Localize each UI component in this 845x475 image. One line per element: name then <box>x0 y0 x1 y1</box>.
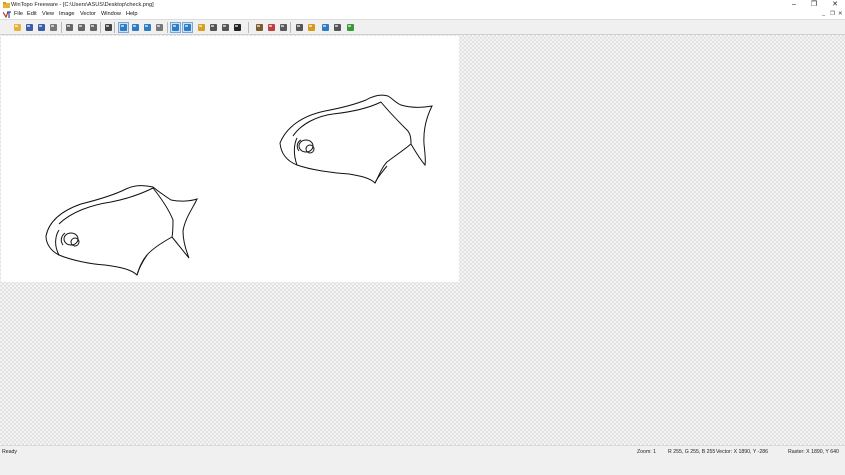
one-touch-vectorise-button[interactable] <box>345 22 356 33</box>
zoom-in-button[interactable] <box>130 22 141 33</box>
crop-button[interactable] <box>232 22 243 33</box>
pencil-button[interactable] <box>196 22 207 33</box>
copy-icon <box>78 24 85 31</box>
title-bar: WinTopo Freeware - [C:\Users\ASUS\Deskto… <box>0 0 845 10</box>
image-tool-3-button[interactable] <box>278 22 289 33</box>
menu-file[interactable]: File <box>14 10 23 19</box>
status-rgb: R 255, G 255, B 255 <box>668 449 716 455</box>
toolbar-separator <box>290 22 291 33</box>
pan-button[interactable] <box>154 22 165 33</box>
thinning-button[interactable] <box>294 22 305 33</box>
image-tool-2-icon <box>268 24 275 31</box>
select-vector-button[interactable] <box>182 22 193 33</box>
edit-vector-button[interactable] <box>220 22 231 33</box>
edit-vector-icon <box>222 24 229 31</box>
zoom-button[interactable] <box>118 22 129 33</box>
toolbar-separator <box>114 22 115 33</box>
menu-help[interactable]: Help <box>126 10 138 19</box>
zoom-out-icon <box>144 24 151 31</box>
open-icon <box>14 24 21 31</box>
undo-icon <box>105 24 112 31</box>
status-raster-coords: Raster: X 1890, Y 640 <box>788 449 839 455</box>
doc-minimize-button[interactable]: _ <box>822 10 825 19</box>
zoom-in-icon <box>132 24 139 31</box>
vectorize-icon <box>322 24 329 31</box>
toolbar-separator <box>61 22 62 33</box>
vectorize-button[interactable] <box>320 22 331 33</box>
save-vector-button[interactable] <box>36 22 47 33</box>
window-title: WinTopo Freeware - [C:\Users\ASUS\Deskto… <box>11 2 154 8</box>
image-tool-2-button[interactable] <box>266 22 277 33</box>
close-button[interactable]: ✕ <box>825 0 845 10</box>
status-vector-coords: Vector: X 1890, Y -286 <box>716 449 769 455</box>
doc-close-button[interactable]: ✕ <box>838 10 843 19</box>
save-icon <box>26 24 33 31</box>
zoom-out-button[interactable] <box>142 22 153 33</box>
print-icon <box>50 24 57 31</box>
app-folder-icon <box>3 2 10 8</box>
fish-outline <box>279 94 433 184</box>
draw-button[interactable] <box>208 22 219 33</box>
paste-button[interactable] <box>88 22 99 33</box>
toolbar-separator <box>248 22 249 33</box>
image-tool-1-icon <box>256 24 263 31</box>
image-tool-3-icon <box>280 24 287 31</box>
status-zoom: Zoom: 1 <box>637 449 657 455</box>
one-touch-vectorise-icon <box>347 24 354 31</box>
copy-button[interactable] <box>76 22 87 33</box>
thin-color-button[interactable] <box>306 22 317 33</box>
cut-icon <box>66 24 73 31</box>
print-button[interactable] <box>48 22 59 33</box>
thinning-icon <box>296 24 303 31</box>
zoom-icon <box>120 24 127 31</box>
menu-image[interactable]: Image <box>59 10 75 19</box>
select-raster-icon <box>172 24 179 31</box>
vector-tool-button[interactable] <box>332 22 343 33</box>
status-bar: Ready Zoom: 1 R 255, G 255, B 255 Vector… <box>0 445 845 475</box>
draw-icon <box>210 24 217 31</box>
menu-edit[interactable]: Edit <box>27 10 37 19</box>
toolbar-separator <box>167 22 168 33</box>
toolbar-separator <box>100 22 101 33</box>
save-vector-icon <box>38 24 45 31</box>
wintopo-logo-icon[interactable] <box>3 11 11 18</box>
menu-view[interactable]: View <box>42 10 54 19</box>
status-ready: Ready <box>2 449 17 455</box>
open-button[interactable] <box>12 22 23 33</box>
minimize-button[interactable]: – <box>784 0 804 10</box>
image-canvas[interactable] <box>1 36 459 282</box>
paste-icon <box>90 24 97 31</box>
thin-color-icon <box>308 24 315 31</box>
vector-tool-icon <box>334 24 341 31</box>
save-button[interactable] <box>24 22 35 33</box>
workspace[interactable] <box>0 35 845 445</box>
crop-icon <box>234 24 241 31</box>
select-raster-button[interactable] <box>170 22 181 33</box>
menu-window[interactable]: Window <box>101 10 121 19</box>
menu-vector[interactable]: Vector <box>80 10 96 19</box>
fish-drawing <box>45 94 433 276</box>
image-tool-1-button[interactable] <box>254 22 265 33</box>
fish-outline <box>45 185 198 276</box>
undo-button[interactable] <box>103 22 114 33</box>
pencil-icon <box>198 24 205 31</box>
toolbar <box>0 19 845 35</box>
doc-restore-button[interactable]: ❐ <box>830 10 835 19</box>
menu-bar: File Edit View Image Vector Window Help … <box>0 10 845 19</box>
maximize-button[interactable]: ❐ <box>804 0 824 10</box>
pan-icon <box>156 24 163 31</box>
cut-button[interactable] <box>64 22 75 33</box>
select-vector-icon <box>184 24 191 31</box>
